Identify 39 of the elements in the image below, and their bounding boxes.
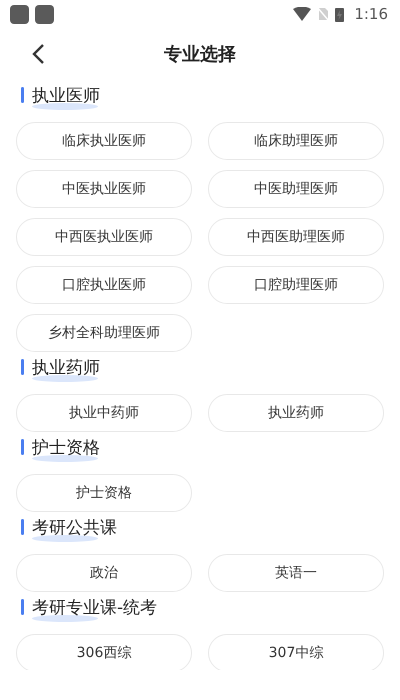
option-button[interactable]: 政治	[16, 554, 192, 592]
option-button[interactable]: 英语一	[208, 554, 384, 592]
section-title: 考研专业课-统考	[32, 596, 158, 618]
option-button[interactable]: 执业中药师	[16, 394, 192, 432]
no-sim-icon	[317, 7, 330, 21]
option-button[interactable]: 307中综	[208, 634, 384, 670]
section-title: 护士资格	[32, 436, 100, 458]
option-button[interactable]: 中西医助理医师	[208, 218, 384, 256]
back-icon[interactable]	[31, 43, 45, 65]
accent-bar	[21, 359, 24, 375]
accent-bar	[21, 599, 24, 615]
underline-mark	[32, 103, 98, 110]
option-button[interactable]: 执业药师	[208, 394, 384, 432]
battery-charging-icon	[335, 6, 344, 22]
notification-icon	[10, 4, 29, 24]
option-button[interactable]: 中医助理医师	[208, 170, 384, 208]
section-title: 考研公共课	[32, 516, 117, 538]
accent-bar	[21, 519, 24, 535]
section-title: 执业医师	[32, 84, 100, 106]
page-title: 专业选择	[164, 43, 236, 66]
wifi-icon	[293, 7, 312, 21]
option-button[interactable]: 中医执业医师	[16, 170, 192, 208]
option-button[interactable]: 临床执业医师	[16, 122, 192, 160]
underline-mark	[32, 455, 98, 462]
section-title: 执业药师	[32, 356, 100, 378]
option-button[interactable]: 306西综	[16, 634, 192, 670]
underline-mark	[32, 375, 98, 382]
option-button[interactable]: 口腔助理医师	[208, 266, 384, 304]
option-button[interactable]: 中西医执业医师	[16, 218, 192, 256]
option-button[interactable]: 口腔执业医师	[16, 266, 192, 304]
underline-mark	[32, 535, 98, 542]
option-button[interactable]: 临床助理医师	[208, 122, 384, 160]
underline-mark	[32, 615, 98, 622]
clock: 1:16	[354, 5, 388, 23]
option-button[interactable]: 护士资格	[16, 474, 192, 512]
option-button[interactable]: 乡村全科助理医师	[16, 314, 192, 352]
notification-icon	[35, 4, 54, 24]
accent-bar	[21, 87, 24, 103]
accent-bar	[21, 439, 24, 455]
